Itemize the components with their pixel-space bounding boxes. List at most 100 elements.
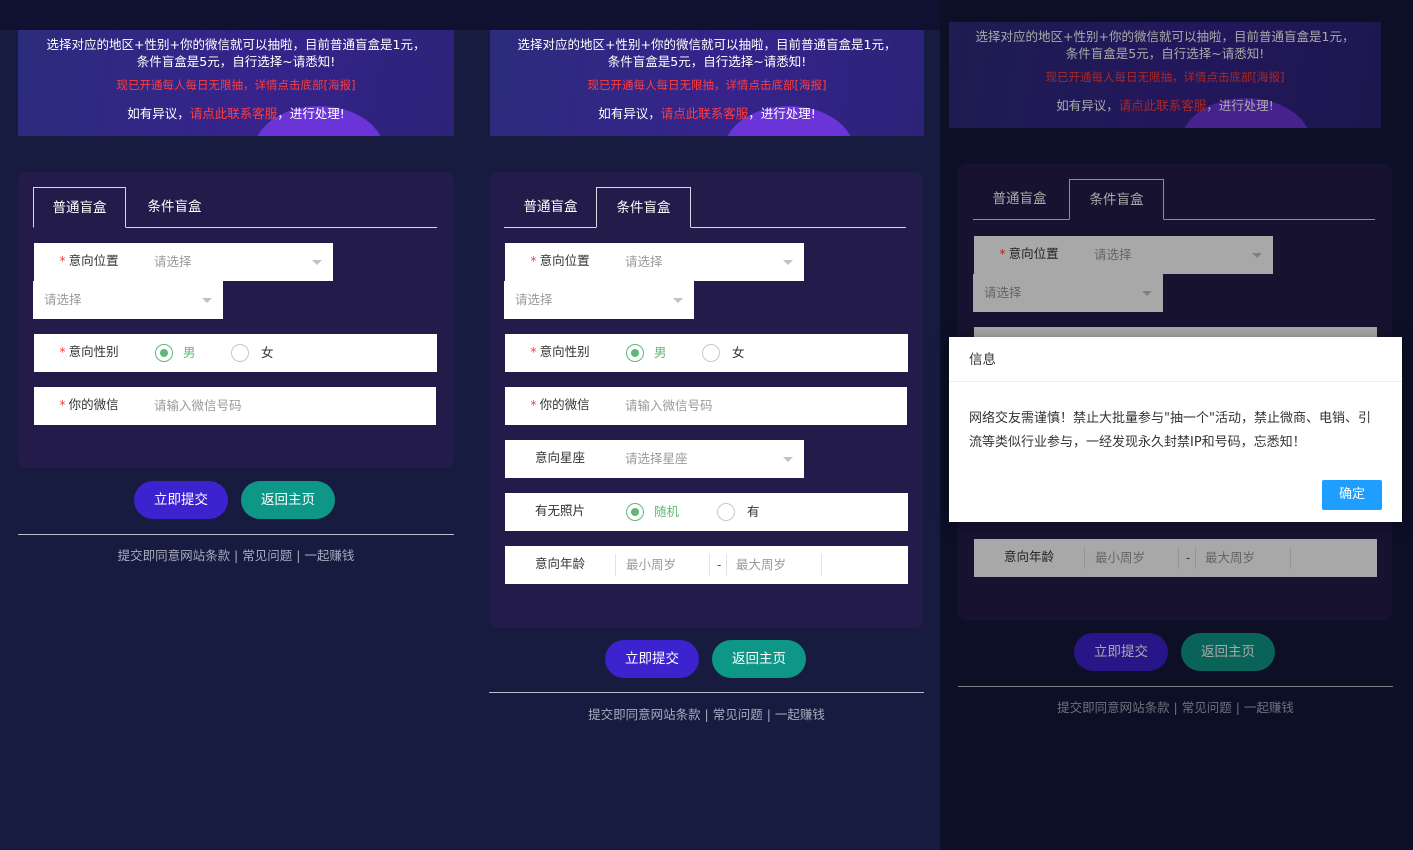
contact-support-link[interactable]: 请点此联系客服 xyxy=(661,106,749,121)
wechat-label: * 你的微信 xyxy=(505,387,615,425)
dialog-title: 信息 xyxy=(949,337,1402,382)
submit-button[interactable]: 立即提交 xyxy=(1074,633,1168,671)
banner-line-1: 选择对应的地区+性别+你的微信就可以抽啦，目前普通盲盒是1元， xyxy=(975,29,1355,44)
required-mark: * xyxy=(530,397,537,412)
tab-conditional-blindbox[interactable]: 条件盲盒 xyxy=(1069,179,1164,220)
location-sub-placeholder: 请选择 xyxy=(44,292,82,307)
wechat-field[interactable]: * 你的微信 请输入微信号码 xyxy=(34,387,436,425)
tab-normal-blindbox[interactable]: 普通盲盒 xyxy=(973,179,1066,219)
location-sub-select[interactable]: 请选择 xyxy=(504,281,694,319)
female-label[interactable]: 女 xyxy=(261,334,274,372)
male-label[interactable]: 男 xyxy=(654,334,667,372)
location-sub-select[interactable]: 请选择 xyxy=(33,281,223,319)
footer-links[interactable]: 提交即同意网站条款 | 常见问题 | 一起赚钱 xyxy=(18,545,454,564)
age-separator: - xyxy=(1186,551,1191,565)
location-label: * 意向位置 xyxy=(34,243,144,281)
tab-conditional-blindbox[interactable]: 条件盲盒 xyxy=(128,187,221,227)
required-mark: * xyxy=(59,397,66,412)
chevron-down-icon xyxy=(783,260,793,265)
radio-female[interactable] xyxy=(231,344,249,362)
wechat-label: * 你的微信 xyxy=(34,387,144,425)
form-panel: 普通盲盒 条件盲盒 * 意向位置 请选择 请选择 * 意向性别 男 女 * 你的微信 … xyxy=(489,172,923,628)
age-min-input[interactable]: 最小周岁 xyxy=(626,546,676,584)
submit-button[interactable]: 立即提交 xyxy=(605,640,699,678)
confirm-button[interactable]: 确定 xyxy=(1322,480,1382,510)
home-button[interactable]: 返回主页 xyxy=(712,640,806,678)
screen-conditional-blindbox: 选择对应的地区+性别+你的微信就可以抽啦，目前普通盲盒是1元， 条件盲盒是5元，… xyxy=(470,0,940,850)
tab-normal-blindbox[interactable]: 普通盲盒 xyxy=(504,187,597,227)
banner-line-1: 选择对应的地区+性别+你的微信就可以抽啦，目前普通盲盒是1元， xyxy=(517,37,897,52)
location-placeholder: 请选择 xyxy=(1094,247,1132,262)
radio-female[interactable] xyxy=(702,344,720,362)
home-button[interactable]: 返回主页 xyxy=(1181,633,1275,671)
banner-support-line: 如有异议，请点此联系客服，进行处理! xyxy=(18,103,454,122)
location-label: * 意向位置 xyxy=(974,236,1084,274)
photo-yes-label[interactable]: 有 xyxy=(747,493,760,531)
banner-text: ，进行处理! xyxy=(748,106,816,121)
location-select[interactable]: * 意向位置 请选择 xyxy=(974,236,1273,274)
contact-support-link[interactable]: 请点此联系客服 xyxy=(1119,98,1207,113)
age-min-input[interactable]: 最小周岁 xyxy=(1095,539,1145,577)
age-max-input[interactable]: 最大周岁 xyxy=(736,546,786,584)
footer-links[interactable]: 提交即同意网站条款 | 常见问题 | 一起赚钱 xyxy=(489,704,924,723)
banner-line-2: 条件盲盒是5元，自行选择~请悉知! xyxy=(607,54,807,69)
notice-banner: 选择对应的地区+性别+你的微信就可以抽啦，目前普通盲盒是1元， 条件盲盒是5元，… xyxy=(490,30,924,136)
divider xyxy=(1290,547,1291,569)
gender-label: * 意向性别 xyxy=(505,334,615,372)
radio-photo-random[interactable] xyxy=(626,503,644,521)
photo-field: 有无照片 随机 有 xyxy=(505,493,908,531)
photo-random-label[interactable]: 随机 xyxy=(654,493,679,531)
age-label: 意向年龄 xyxy=(534,556,585,571)
photo-label: 有无照片 xyxy=(534,503,585,518)
chevron-down-icon xyxy=(312,260,322,265)
radio-male[interactable] xyxy=(626,344,644,362)
tab-normal-blindbox[interactable]: 普通盲盒 xyxy=(33,187,126,228)
banner-text: ，进行处理! xyxy=(277,106,345,121)
female-label[interactable]: 女 xyxy=(732,334,745,372)
banner-text: ，进行处理! xyxy=(1206,98,1274,113)
contact-support-link[interactable]: 请点此联系客服 xyxy=(190,106,278,121)
zodiac-select[interactable]: 意向星座 请选择星座 xyxy=(505,440,804,478)
wechat-input[interactable]: 请输入微信号码 xyxy=(154,387,242,425)
divider xyxy=(1178,547,1179,569)
chevron-down-icon xyxy=(1252,253,1262,258)
location-sub-placeholder: 请选择 xyxy=(984,285,1022,300)
banner-line-2: 条件盲盒是5元，自行选择~请悉知! xyxy=(136,54,336,69)
tab-bar: 普通盲盒 条件盲盒 xyxy=(504,187,906,228)
footer-links[interactable]: 提交即同意网站条款 | 常见问题 | 一起赚钱 xyxy=(958,697,1393,716)
submit-button[interactable]: 立即提交 xyxy=(134,481,228,519)
tab-conditional-blindbox[interactable]: 条件盲盒 xyxy=(596,187,691,228)
gender-field: * 意向性别 男 女 xyxy=(34,334,437,372)
chevron-down-icon xyxy=(673,298,683,303)
wechat-field[interactable]: * 你的微信 请输入微信号码 xyxy=(505,387,907,425)
location-label: * 意向位置 xyxy=(505,243,615,281)
location-select[interactable]: * 意向位置 请选择 xyxy=(505,243,804,281)
banner-intro: 选择对应的地区+性别+你的微信就可以抽啦，目前普通盲盒是1元， 条件盲盒是5元，… xyxy=(18,36,454,70)
divider xyxy=(615,554,616,576)
tab-bar: 普通盲盒 条件盲盒 xyxy=(33,187,437,228)
banner-intro: 选择对应的地区+性别+你的微信就可以抽啦，目前普通盲盒是1元， 条件盲盒是5元，… xyxy=(949,28,1381,62)
top-bar xyxy=(0,0,470,30)
zodiac-placeholder: 请选择星座 xyxy=(625,451,688,466)
required-mark: * xyxy=(530,344,537,359)
form-panel: 普通盲盒 条件盲盒 * 意向位置 请选择 请选择 * 意向性别 男 女 * 你的微信 … xyxy=(18,172,454,468)
banner-line-2: 条件盲盒是5元，自行选择~请悉知! xyxy=(1065,46,1265,61)
banner-text: 如有异议， xyxy=(127,106,190,121)
radio-male[interactable] xyxy=(155,344,173,362)
radio-photo-yes[interactable] xyxy=(717,503,735,521)
banner-support-line: 如有异议，请点此联系客服，进行处理! xyxy=(949,95,1381,114)
location-sub-select[interactable]: 请选择 xyxy=(973,274,1163,312)
wechat-input[interactable]: 请输入微信号码 xyxy=(625,387,713,425)
age-separator: - xyxy=(717,558,722,572)
banner-promo-link[interactable]: 现已开通每人每日无限抽，详情点击底部[海报] xyxy=(949,69,1381,85)
location-select[interactable]: * 意向位置 请选择 xyxy=(34,243,333,281)
banner-promo-link[interactable]: 现已开通每人每日无限抽，详情点击底部[海报] xyxy=(490,77,924,93)
banner-text: 如有异议， xyxy=(598,106,661,121)
banner-promo-link[interactable]: 现已开通每人每日无限抽，详情点击底部[海报] xyxy=(18,77,454,93)
tab-bar: 普通盲盒 条件盲盒 xyxy=(973,179,1375,220)
home-button[interactable]: 返回主页 xyxy=(241,481,335,519)
gender-label-text: 意向性别 xyxy=(539,344,590,359)
male-label[interactable]: 男 xyxy=(183,334,196,372)
screen-normal-blindbox: 选择对应的地区+性别+你的微信就可以抽啦，目前普通盲盒是1元， 条件盲盒是5元，… xyxy=(0,0,470,850)
age-max-input[interactable]: 最大周岁 xyxy=(1205,539,1255,577)
